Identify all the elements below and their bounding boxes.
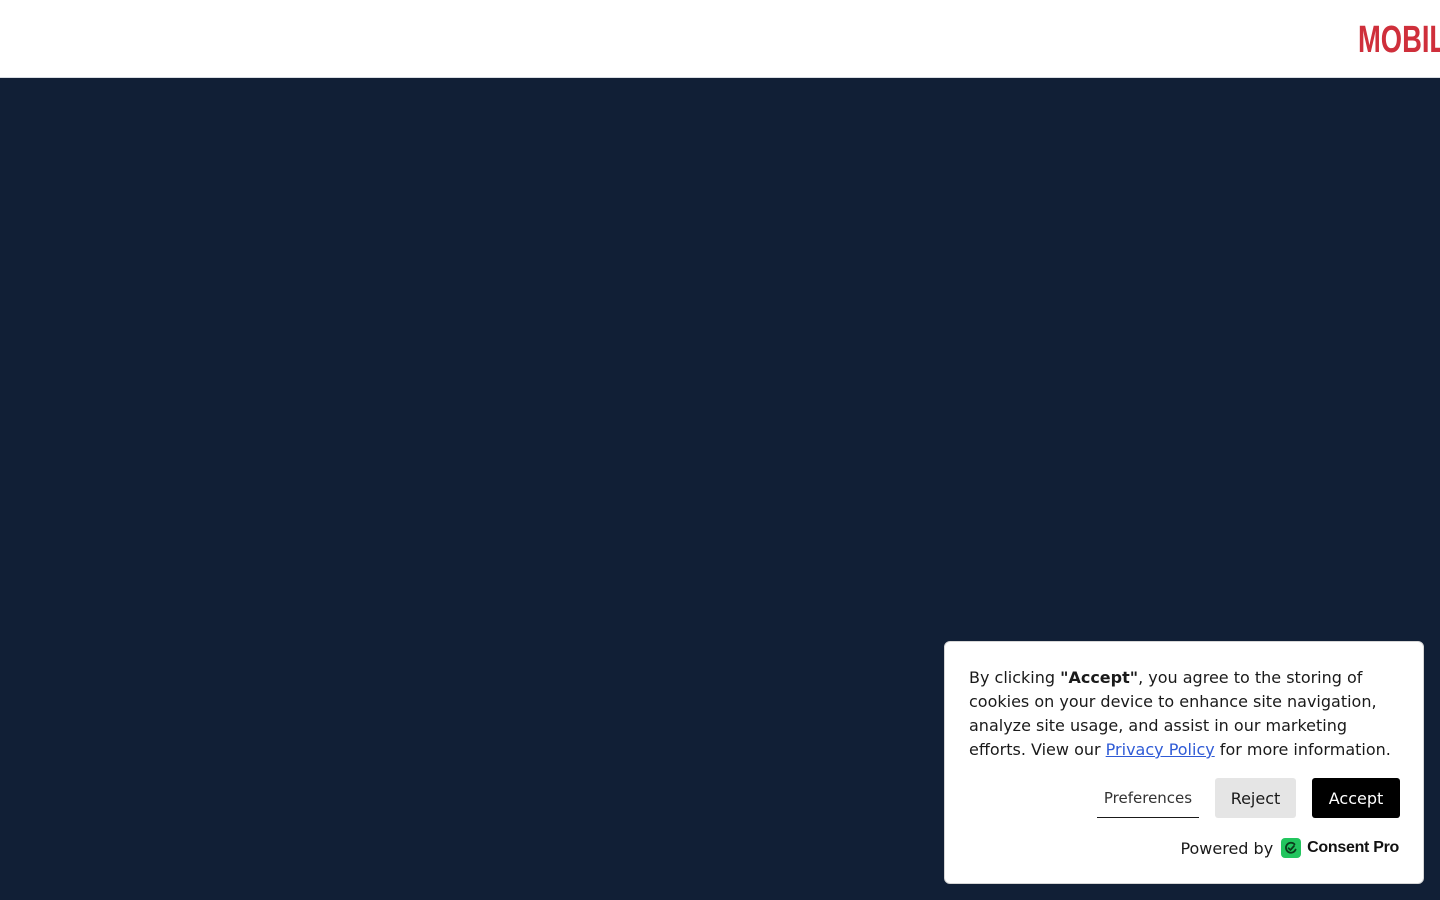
consent-pro-check-icon [1281,838,1302,858]
accept-button[interactable]: Accept [1312,778,1400,818]
preferences-button[interactable]: Preferences [1097,778,1199,818]
site-logo[interactable]: MOBIL [1358,18,1440,62]
consent-text-accept-emphasis: "Accept" [1060,668,1139,687]
cookie-consent-banner: By clicking "Accept", you agree to the s… [944,641,1424,884]
consent-text-prefix: By clicking [969,668,1061,687]
consent-message: By clicking "Accept", you agree to the s… [969,666,1405,762]
consent-text-suffix: for more information. [1214,740,1391,759]
consent-pro-brand[interactable]: Consent Pro [1307,839,1399,857]
site-header: MOBIL [0,0,1440,78]
consent-pro-check-icon-glyph [1285,841,1297,854]
reject-button[interactable]: Reject [1215,778,1296,818]
powered-by-label: Powered by [1180,838,1274,858]
privacy-policy-link[interactable]: Privacy Policy [1106,740,1215,759]
page: MOBIL By clicking "Accept", you agree to… [0,0,1440,900]
powered-by: Powered by Consent Pro [1180,836,1399,860]
